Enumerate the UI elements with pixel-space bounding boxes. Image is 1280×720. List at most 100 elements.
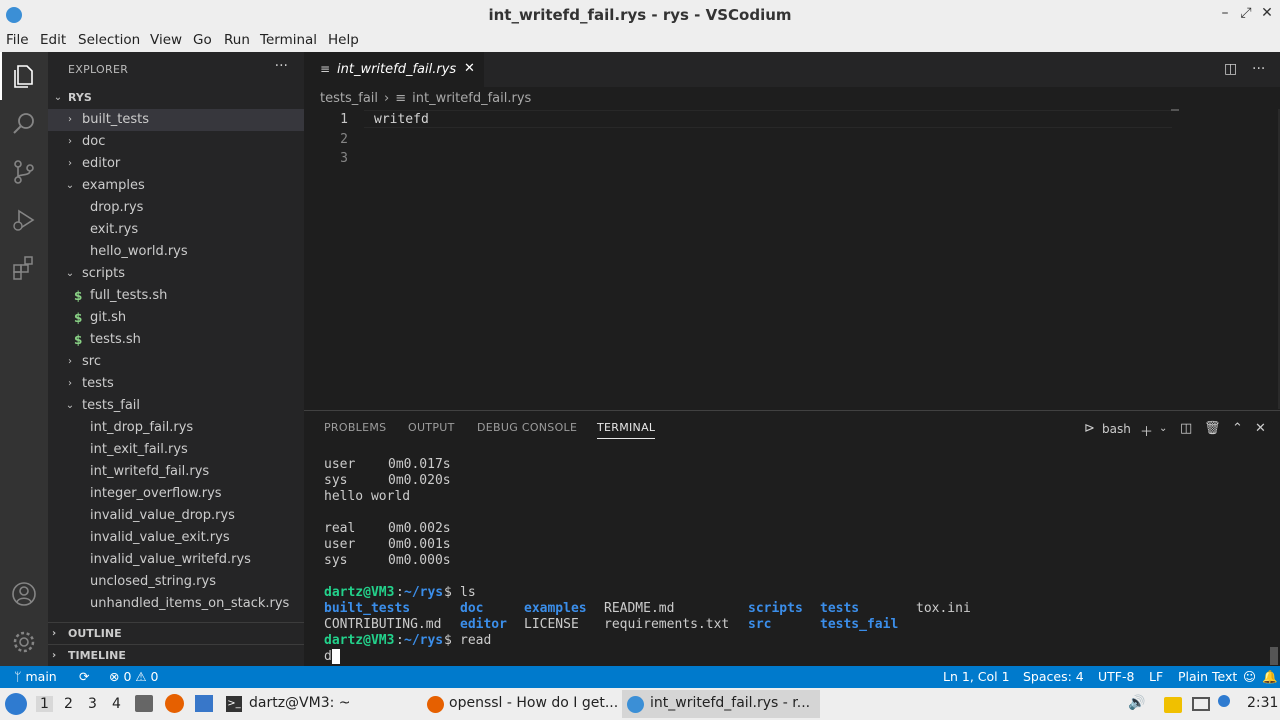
file-item[interactable]: drop.rys: [48, 197, 304, 219]
tab-terminal[interactable]: TERMINAL: [597, 421, 656, 439]
minimap[interactable]: [1171, 109, 1179, 111]
file-item[interactable]: invalid_value_writefd.rys: [48, 549, 304, 571]
menu-terminal[interactable]: Terminal: [260, 32, 317, 48]
network-icon[interactable]: [1192, 697, 1210, 711]
file-item[interactable]: invalid_value_exit.rys: [48, 527, 304, 549]
file-item[interactable]: $ full_tests.sh: [48, 285, 304, 307]
workspace-root[interactable]: ⌄ RYS: [48, 87, 304, 109]
workspace-3[interactable]: 3: [88, 696, 97, 712]
update-notifier-icon[interactable]: [1218, 695, 1230, 707]
workspace-1[interactable]: 1: [36, 696, 53, 712]
file-item[interactable]: $ git.sh: [48, 307, 304, 329]
extensions-icon[interactable]: [8, 252, 40, 284]
terminal-scrollbar[interactable]: [1270, 647, 1278, 665]
folder-item[interactable]: ⌄ examples: [48, 175, 304, 197]
terminal-text: 0m0.020s: [388, 473, 451, 488]
ls-directory: editor: [460, 617, 507, 632]
menu-file[interactable]: File: [6, 32, 29, 48]
language-mode[interactable]: Plain Text: [1178, 669, 1237, 684]
breadcrumb-folder[interactable]: tests_fail: [320, 91, 378, 106]
file-item[interactable]: $ tests.sh: [48, 329, 304, 351]
folder-item[interactable]: › tests: [48, 373, 304, 395]
workspace-2[interactable]: 2: [64, 696, 73, 712]
folder-item[interactable]: › built_tests: [48, 109, 304, 131]
file-item[interactable]: integer_overflow.rys: [48, 483, 304, 505]
source-control-icon[interactable]: [8, 156, 40, 188]
split-editor-icon[interactable]: ◫: [1224, 61, 1237, 77]
notifications-icon[interactable]: 🔔: [1262, 669, 1278, 685]
file-manager-icon[interactable]: [135, 695, 153, 712]
folder-item[interactable]: › doc: [48, 131, 304, 153]
code-line[interactable]: writefd: [374, 112, 429, 127]
file-item[interactable]: int_writefd_fail.rys: [48, 461, 304, 483]
folder-item[interactable]: › src: [48, 351, 304, 373]
task-vscodium[interactable]: int_writefd_fail.rys - r...: [622, 690, 820, 718]
close-window-button[interactable]: ✕: [1259, 5, 1275, 21]
file-item[interactable]: invalid_value_drop.rys: [48, 505, 304, 527]
tab-problems[interactable]: PROBLEMS: [324, 421, 386, 434]
menu-view[interactable]: View: [150, 32, 182, 48]
timeline-label: TIMELINE: [68, 649, 126, 662]
desktop-icon[interactable]: [195, 695, 213, 712]
terminal-text: 0m0.017s: [388, 457, 451, 472]
volume-icon[interactable]: 🔊: [1128, 695, 1145, 711]
cursor-position[interactable]: Ln 1, Col 1: [943, 669, 1010, 684]
timeline-section[interactable]: › TIMELINE: [48, 644, 304, 666]
current-line-highlight: [364, 110, 1172, 128]
chevron-down-icon[interactable]: ⌄: [1159, 423, 1167, 434]
problems-status[interactable]: ⊗ 0 ⚠ 0: [109, 669, 159, 684]
new-terminal-icon[interactable]: ＋: [1140, 421, 1153, 440]
file-item[interactable]: exit.rys: [48, 219, 304, 241]
breadcrumb-file[interactable]: int_writefd_fail.rys: [412, 91, 531, 106]
file-item[interactable]: hello_world.rys: [48, 241, 304, 263]
task-terminal[interactable]: >_ dartz@VM3: ~: [222, 690, 412, 718]
folder-item[interactable]: › editor: [48, 153, 304, 175]
end-of-line[interactable]: LF: [1149, 669, 1163, 684]
task-firefox[interactable]: openssl - How do I get...: [422, 690, 620, 718]
explorer-icon[interactable]: [8, 60, 40, 92]
sync-icon[interactable]: ⟳: [79, 669, 89, 684]
clipboard-icon[interactable]: [1164, 697, 1182, 713]
ls-directory: examples: [524, 601, 587, 616]
feedback-icon[interactable]: ☺: [1243, 669, 1256, 684]
maximize-panel-icon[interactable]: ⌃: [1232, 421, 1243, 436]
maximize-button[interactable]: ⤢: [1238, 5, 1254, 21]
tab-debug-console[interactable]: DEBUG CONSOLE: [477, 421, 577, 434]
shell-selector[interactable]: bash: [1102, 422, 1131, 436]
workspace-4[interactable]: 4: [112, 696, 121, 712]
folder-item[interactable]: ⌄ tests_fail: [48, 395, 304, 417]
bottom-panel: PROBLEMS OUTPUT DEBUG CONSOLE TERMINAL ⊳…: [304, 410, 1280, 666]
ls-directory: tests_fail: [820, 617, 899, 632]
outline-section[interactable]: › OUTLINE: [48, 622, 304, 644]
minimize-button[interactable]: –: [1217, 5, 1233, 21]
branch-status[interactable]: ᛘ main: [14, 669, 57, 684]
run-debug-icon[interactable]: [8, 204, 40, 236]
folder-item[interactable]: ⌄ scripts: [48, 263, 304, 285]
accounts-icon[interactable]: [8, 578, 40, 610]
file-item[interactable]: unhandled_items_on_stack.rys: [48, 593, 304, 615]
file-item[interactable]: int_exit_fail.rys: [48, 439, 304, 461]
title-bar: int_writefd_fail.rys - rys - VSCodium – …: [0, 0, 1280, 30]
menu-help[interactable]: Help: [328, 32, 359, 48]
tab-output[interactable]: OUTPUT: [408, 421, 455, 434]
settings-gear-icon[interactable]: [8, 626, 40, 658]
close-tab-icon[interactable]: ✕: [464, 61, 475, 76]
more-actions-icon[interactable]: ···: [275, 58, 288, 74]
menu-go[interactable]: Go: [193, 32, 212, 48]
close-panel-icon[interactable]: ✕: [1255, 421, 1266, 436]
more-actions-icon[interactable]: ···: [1252, 61, 1265, 77]
clock: 2:31: [1247, 695, 1279, 711]
firefox-icon[interactable]: [165, 694, 184, 713]
menu-selection[interactable]: Selection: [78, 32, 140, 48]
split-terminal-icon[interactable]: ◫: [1180, 421, 1192, 436]
search-icon[interactable]: [8, 108, 40, 140]
tab-int-writefd-fail[interactable]: ≡ int_writefd_fail.rys ✕: [304, 52, 484, 87]
menu-edit[interactable]: Edit: [40, 32, 66, 48]
file-item[interactable]: int_drop_fail.rys: [48, 417, 304, 439]
encoding[interactable]: UTF-8: [1098, 669, 1134, 684]
trash-icon[interactable]: 🗑: [1204, 421, 1221, 436]
indentation[interactable]: Spaces: 4: [1023, 669, 1084, 684]
file-item[interactable]: unclosed_string.rys: [48, 571, 304, 593]
start-menu-icon[interactable]: [5, 693, 27, 715]
menu-run[interactable]: Run: [224, 32, 250, 48]
